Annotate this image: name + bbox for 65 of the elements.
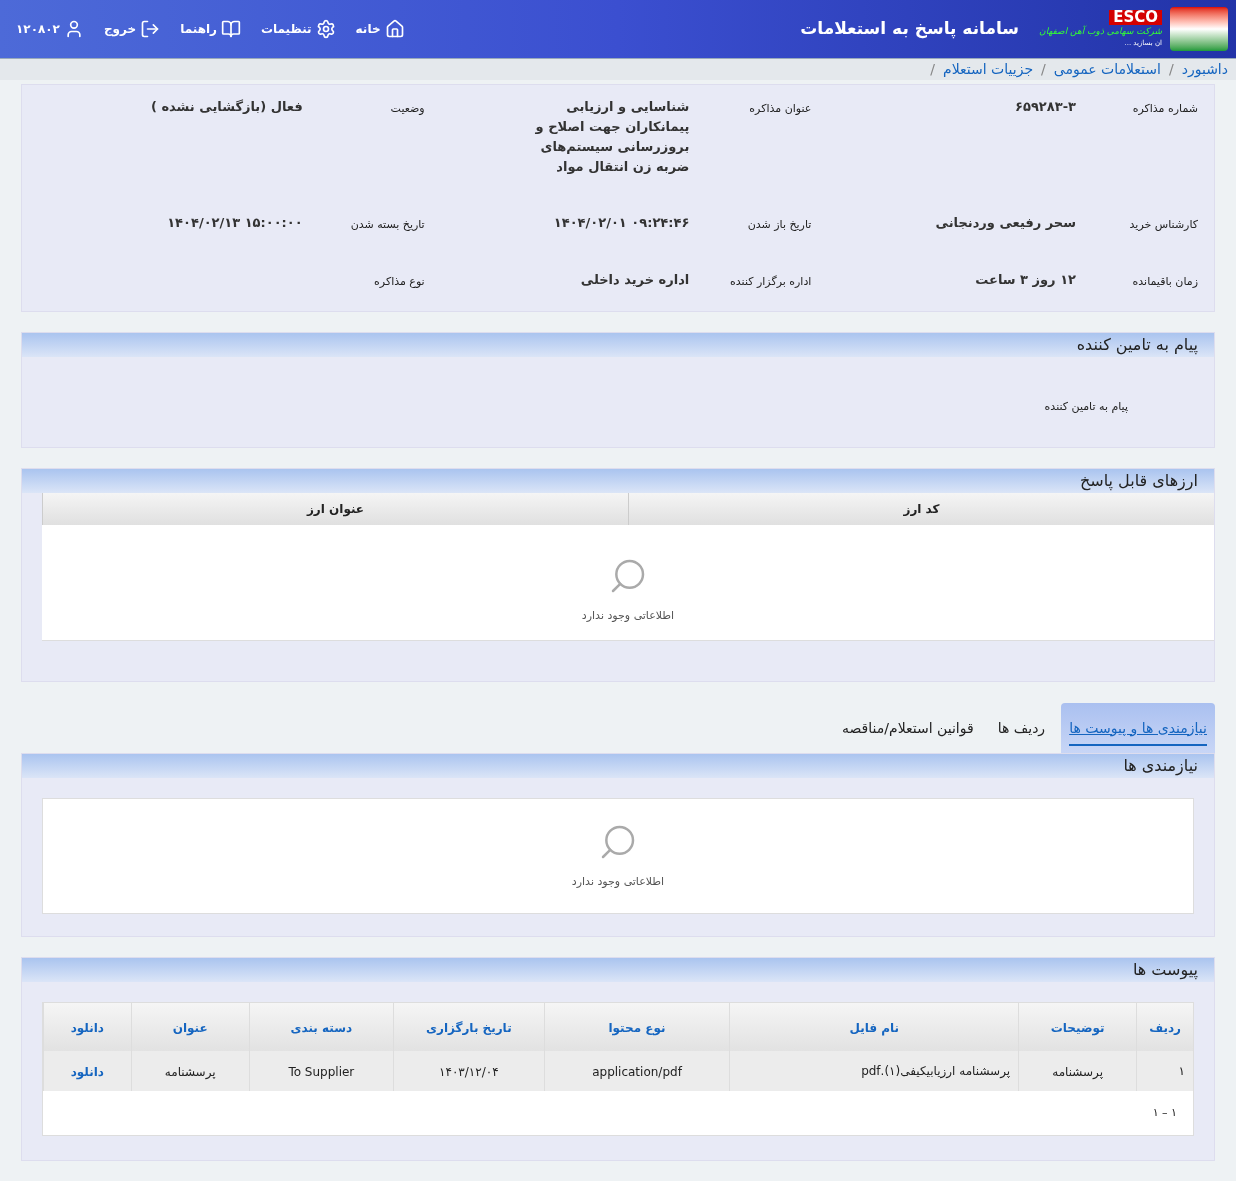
field-value: فعال (بازگشایی نشده ) xyxy=(149,98,303,116)
nav-link[interactable]: ۱۲۰۸۰۲ xyxy=(16,19,84,39)
field-label: تاریخ باز شدن xyxy=(746,217,812,234)
company-name: شرکت سهامی ذوب آهن اصفهان xyxy=(1039,24,1162,38)
breadcrumb-separator: / xyxy=(1168,60,1174,79)
guide-icon xyxy=(221,19,241,39)
column-header: دسته بندی xyxy=(290,1021,353,1035)
field-value: ۶۵۹۲۸۳-۳ xyxy=(1014,98,1076,116)
field-label: نوع مذاکره xyxy=(373,274,425,291)
section-title: نیازمندی ها xyxy=(1123,755,1198,778)
table-cell-text: ۱ xyxy=(1177,1063,1185,1080)
logo-icon xyxy=(1170,7,1228,51)
tab[interactable]: ردیف ها xyxy=(989,703,1054,753)
nav-link[interactable]: راهنما xyxy=(180,19,241,39)
breadcrumb-link[interactable]: جزییات استعلام xyxy=(943,59,1034,80)
table-cell: application/pdf xyxy=(592,1065,682,1079)
download-link[interactable]: دانلود xyxy=(70,1065,104,1079)
field-value: ۰۹:۲۴:۴۶ ۱۴۰۴/۰۲/۰۱ xyxy=(552,214,690,233)
home-icon xyxy=(384,19,405,39)
table-cell: To Supplier xyxy=(288,1065,355,1079)
field-label: پیام به تامین کننده xyxy=(1044,400,1128,413)
breadcrumb-separator: / xyxy=(930,60,936,79)
table-cell: ۱۴۰۳/۱۲/۰۴ xyxy=(439,1065,499,1079)
field-value: سحر رفیعی وردنجانی xyxy=(934,214,1076,233)
nav-link[interactable]: خروج xyxy=(103,19,161,39)
field-value: اداره خرید داخلی xyxy=(579,271,690,290)
breadcrumb-separator: / xyxy=(1041,60,1046,79)
field-label: اداره برگزار کننده xyxy=(729,274,812,291)
section-title: ارزهای قابل پاسخ xyxy=(1079,470,1198,493)
breadcrumb-link[interactable]: داشبورد xyxy=(1181,59,1228,80)
field-value: شناسایی و ارزیابی پیمانکاران جهت اصلاح و بروزرسانی سیستم‌های ضربه زن انتقال مواد xyxy=(534,98,690,176)
app-title: سامانه پاسخ به استعلامات xyxy=(800,17,1020,41)
section-title: پیام به تامین کننده xyxy=(1076,334,1198,357)
tab[interactable]: نیازمندی ها و پیوست ها xyxy=(1061,703,1215,753)
table-cell: پرسشنامه xyxy=(164,1065,216,1079)
field-value: ۱۵:۰۰:۰۰ ۱۴۰۴/۰۲/۱۳ xyxy=(166,214,303,233)
field-label: کارشناس خرید xyxy=(1128,217,1198,234)
tab[interactable]: قوانین استعلام/مناقصه xyxy=(833,703,982,753)
field-value: ۱۲ روز ۳ ساعت xyxy=(974,271,1076,290)
logout-icon xyxy=(140,19,161,39)
column-header: دانلود xyxy=(70,1021,104,1035)
pagination-text: ۱ – ۱ xyxy=(1152,1104,1177,1121)
empty-message: اطلاعاتی وجود ندارد xyxy=(581,608,675,625)
nav-link[interactable]: تنظیمات xyxy=(261,19,336,39)
field-label: عنوان مذاکره xyxy=(748,101,812,117)
section-title: پیوست ها xyxy=(1132,959,1198,982)
column-header: عنوان ارز xyxy=(42,493,628,525)
column-header: توضیحات xyxy=(1050,1021,1105,1035)
column-header: ردیف xyxy=(1149,1021,1181,1035)
logo-text: ESCO xyxy=(1109,9,1162,25)
settings-icon xyxy=(315,19,336,39)
nav-link[interactable]: خانه xyxy=(355,19,405,39)
field-label: تاریخ بسته شدن xyxy=(349,217,425,234)
breadcrumb-link[interactable]: استعلامات عمومی xyxy=(1053,59,1161,80)
column-header: تاریخ بارگزاری xyxy=(426,1021,512,1035)
column-header: نام فایل xyxy=(849,1021,899,1035)
column-header: کد ارز xyxy=(628,493,1214,525)
field-label: وضعیت xyxy=(389,101,425,117)
table-cell-text: پرسشنامه ارزیابیکیفی(۱).pdf xyxy=(860,1063,1011,1080)
empty-message: اطلاعاتی وجود ندارد xyxy=(571,873,665,890)
column-header: عنوان xyxy=(172,1021,208,1035)
table-cell: پرسشنامه xyxy=(1052,1065,1104,1079)
column-header: نوع محتوا xyxy=(608,1021,666,1035)
field-label: زمان باقیمانده xyxy=(1131,274,1198,291)
field-label: شماره مذاکره xyxy=(1131,101,1198,117)
